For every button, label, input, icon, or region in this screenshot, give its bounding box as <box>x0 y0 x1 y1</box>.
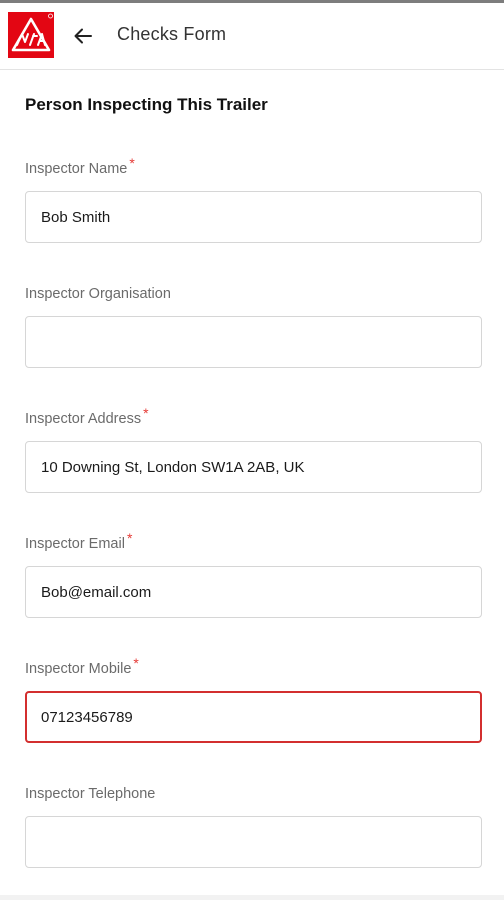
inspector-address-label: Inspector Address * <box>25 405 149 427</box>
required-marker: * <box>143 405 149 421</box>
arrow-left-icon <box>74 28 92 44</box>
inspector-name-label: Inspector Name * <box>25 155 135 177</box>
form-content: Person Inspecting This Trailer Inspector… <box>0 71 504 900</box>
back-button[interactable] <box>66 19 100 53</box>
bottom-edge <box>0 895 504 900</box>
required-marker: * <box>133 655 139 671</box>
required-marker: * <box>126 530 133 546</box>
inspector-mobile-input[interactable] <box>25 691 482 743</box>
ntta-logo-icon <box>8 12 54 58</box>
inspector-telephone-input[interactable] <box>25 816 482 868</box>
inspector-organisation-label-text: Inspector Organisation <box>25 286 171 302</box>
inspector-organisation-input[interactable] <box>25 316 482 368</box>
app-bar: Checks Form <box>0 3 504 70</box>
inspector-name-label-text: Inspector Name <box>25 161 128 177</box>
inspector-name-input[interactable] <box>25 191 482 243</box>
inspector-mobile-label-text: Inspector Mobile <box>25 661 132 677</box>
inspector-email-label-text: Inspector Email <box>25 536 125 552</box>
section-title: Person Inspecting This Trailer <box>25 95 268 114</box>
inspector-email-label: Inspector Email * <box>25 530 132 552</box>
inspector-organisation-label: Inspector Organisation <box>25 286 171 302</box>
inspector-address-label-text: Inspector Address <box>25 411 142 427</box>
inspector-address-input[interactable] <box>25 441 482 493</box>
page-title: Checks Form <box>117 24 227 44</box>
inspector-telephone-label-text: Inspector Telephone <box>25 786 156 802</box>
inspector-telephone-label: Inspector Telephone <box>25 786 155 802</box>
required-marker: * <box>129 155 135 171</box>
ntta-logo <box>8 12 54 58</box>
inspector-mobile-label: Inspector Mobile * <box>25 655 139 677</box>
inspector-email-input[interactable] <box>25 566 482 618</box>
